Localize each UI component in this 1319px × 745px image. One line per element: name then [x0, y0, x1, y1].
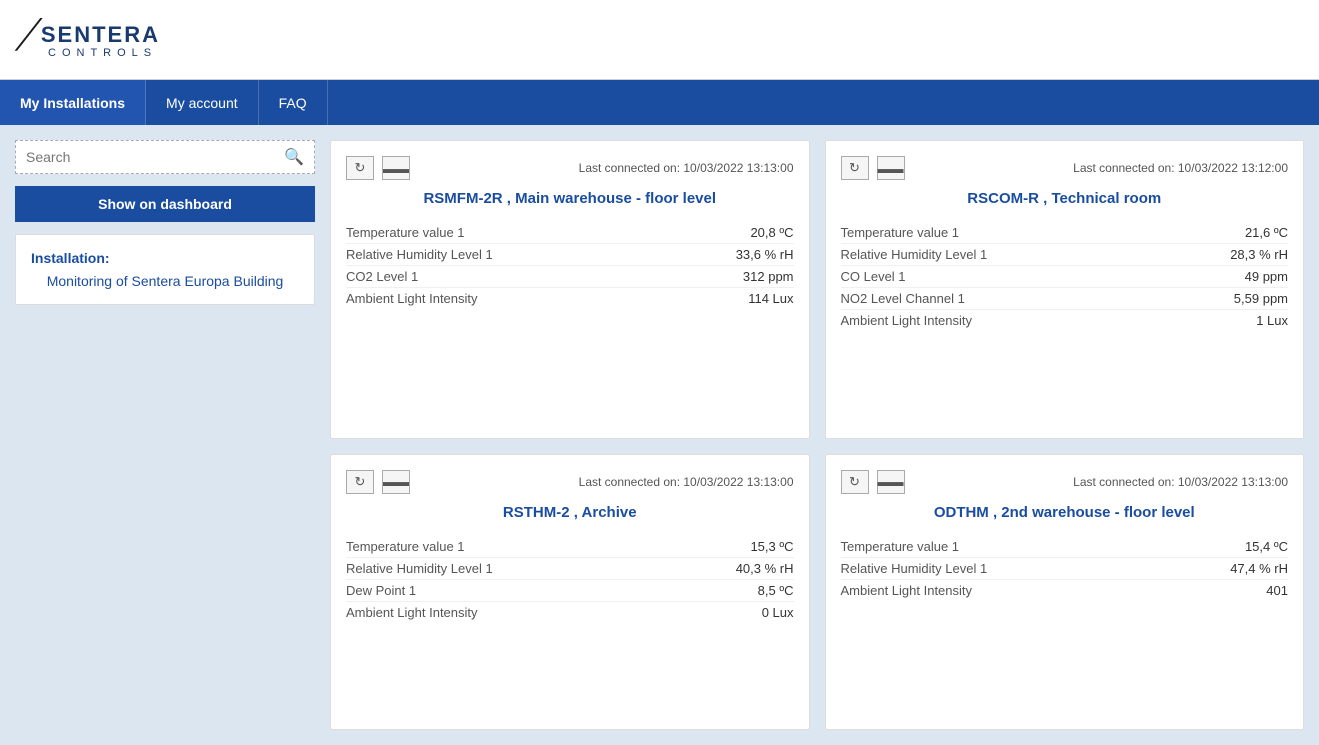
- card-1-row-4-value: 114 Lux: [714, 291, 794, 306]
- card-3-row-2-label: Relative Humidity Level 1: [346, 561, 493, 576]
- installation-label: Installation: Monitoring of Sentera Euro…: [31, 250, 299, 289]
- card-1-row-2-label: Relative Humidity Level 1: [346, 247, 493, 262]
- card-3-chart-button[interactable]: ▬▬: [382, 470, 410, 494]
- card-3-row-3: Dew Point 1 8,5 ºC: [346, 580, 794, 602]
- nav-my-installations[interactable]: My Installations: [0, 80, 146, 125]
- card-2-row-2-label: Relative Humidity Level 1: [841, 247, 988, 262]
- sensor-card-1: ↻ ▬▬ Last connected on: 10/03/2022 13:13:0…: [330, 140, 810, 439]
- card-2-row-1-label: Temperature value 1: [841, 225, 960, 240]
- card-2-row-4-value: 5,59 ppm: [1208, 291, 1288, 306]
- card-1-row-3: CO2 Level 1 312 ppm: [346, 266, 794, 288]
- card-4-chart-button[interactable]: ▬▬: [877, 470, 905, 494]
- card-2-row-5-value: 1 Lux: [1208, 313, 1288, 328]
- card-4-timestamp: Last connected on: 10/03/2022 13:13:00: [1073, 475, 1288, 489]
- card-1-title: RSMFM-2R , Main warehouse - floor level: [346, 190, 794, 207]
- card-3-title: RSTHM-2 , Archive: [346, 504, 794, 521]
- nav-my-account[interactable]: My account: [146, 80, 259, 125]
- card-3-row-4-label: Ambient Light Intensity: [346, 605, 478, 620]
- card-2-row-3: CO Level 1 49 ppm: [841, 266, 1289, 288]
- card-4-row-3: Ambient Light Intensity 401: [841, 580, 1289, 601]
- search-box: 🔍: [15, 140, 315, 174]
- card-4-row-3-value: 401: [1208, 583, 1288, 598]
- card-3-row-2: Relative Humidity Level 1 40,3 % rH: [346, 558, 794, 580]
- card-1-row-2: Relative Humidity Level 1 33,6 % rH: [346, 244, 794, 266]
- card-3-icons: ↻ ▬▬: [346, 470, 410, 494]
- card-4-row-1-value: 15,4 ºC: [1208, 539, 1288, 554]
- card-1-row-4: Ambient Light Intensity 114 Lux: [346, 288, 794, 309]
- header: ╱ SENTERA CONTROLS: [0, 0, 1319, 80]
- card-3-timestamp: Last connected on: 10/03/2022 13:13:00: [579, 475, 794, 489]
- card-1-row-3-value: 312 ppm: [714, 269, 794, 284]
- card-4-title: ODTHM , 2nd warehouse - floor level: [841, 504, 1289, 521]
- card-2-row-2: Relative Humidity Level 1 28,3 % rH: [841, 244, 1289, 266]
- nav-faq[interactable]: FAQ: [259, 80, 328, 125]
- logo-slash: ╱: [16, 21, 40, 49]
- card-3-row-4: Ambient Light Intensity 0 Lux: [346, 602, 794, 623]
- card-4-icons: ↻ ▬▬: [841, 470, 905, 494]
- sensor-card-3: ↻ ▬▬ Last connected on: 10/03/2022 13:13:0…: [330, 454, 810, 731]
- card-2-row-4-label: NO2 Level Channel 1: [841, 291, 965, 306]
- logo: ╱ SENTERA CONTROLS: [20, 21, 160, 59]
- card-4-row-2-value: 47,4 % rH: [1208, 561, 1288, 576]
- card-2-timestamp: Last connected on: 10/03/2022 13:12:00: [1073, 161, 1288, 175]
- logo-sentera: SENTERA: [41, 22, 160, 48]
- card-3-row-4-value: 0 Lux: [714, 605, 794, 620]
- card-3-row-1: Temperature value 1 15,3 ºC: [346, 536, 794, 558]
- card-2-row-4: NO2 Level Channel 1 5,59 ppm: [841, 288, 1289, 310]
- card-4-row-1: Temperature value 1 15,4 ºC: [841, 536, 1289, 558]
- card-2-row-2-value: 28,3 % rH: [1208, 247, 1288, 262]
- card-4-row-1-label: Temperature value 1: [841, 539, 960, 554]
- card-1-row-1: Temperature value 1 20,8 ºC: [346, 222, 794, 244]
- main-nav: My Installations My account FAQ: [0, 80, 1319, 125]
- card-3-refresh-button[interactable]: ↻: [346, 470, 374, 494]
- card-4-header: ↻ ▬▬ Last connected on: 10/03/2022 13:13:0…: [841, 470, 1289, 494]
- card-2-row-5: Ambient Light Intensity 1 Lux: [841, 310, 1289, 331]
- card-3-row-1-value: 15,3 ºC: [714, 539, 794, 554]
- cards-grid: ↻ ▬▬ Last connected on: 10/03/2022 13:13:0…: [330, 140, 1304, 730]
- card-4-row-3-label: Ambient Light Intensity: [841, 583, 973, 598]
- card-1-row-1-label: Temperature value 1: [346, 225, 465, 240]
- card-2-title: RSCOM-R , Technical room: [841, 190, 1289, 207]
- card-2-row-1-value: 21,6 ºC: [1208, 225, 1288, 240]
- card-1-row-1-value: 20,8 ºC: [714, 225, 794, 240]
- card-2-icons: ↻ ▬▬: [841, 156, 905, 180]
- show-on-dashboard-button[interactable]: Show on dashboard: [15, 186, 315, 222]
- card-2-row-1: Temperature value 1 21,6 ºC: [841, 222, 1289, 244]
- card-2-row-5-label: Ambient Light Intensity: [841, 313, 973, 328]
- installation-prefix: Installation:: [31, 250, 110, 266]
- card-1-row-2-value: 33,6 % rH: [714, 247, 794, 262]
- sidebar: 🔍 Show on dashboard Installation: Monito…: [15, 140, 315, 730]
- card-1-header: ↻ ▬▬ Last connected on: 10/03/2022 13:13:0…: [346, 156, 794, 180]
- card-2-row-3-label: CO Level 1: [841, 269, 906, 284]
- card-1-refresh-button[interactable]: ↻: [346, 156, 374, 180]
- card-1-timestamp: Last connected on: 10/03/2022 13:13:00: [579, 161, 794, 175]
- logo-controls: CONTROLS: [48, 47, 157, 59]
- card-4-row-2-label: Relative Humidity Level 1: [841, 561, 988, 576]
- card-4-row-2: Relative Humidity Level 1 47,4 % rH: [841, 558, 1289, 580]
- card-1-chart-button[interactable]: ▬▬: [382, 156, 410, 180]
- card-3-row-3-value: 8,5 ºC: [714, 583, 794, 598]
- card-1-row-3-label: CO2 Level 1: [346, 269, 418, 284]
- sensor-card-2: ↻ ▬▬ Last connected on: 10/03/2022 13:12:0…: [825, 140, 1305, 439]
- search-input[interactable]: [26, 149, 278, 165]
- content-area: 🔍 Show on dashboard Installation: Monito…: [0, 125, 1319, 745]
- card-2-chart-button[interactable]: ▬▬: [877, 156, 905, 180]
- card-3-header: ↻ ▬▬ Last connected on: 10/03/2022 13:13:0…: [346, 470, 794, 494]
- card-2-header: ↻ ▬▬ Last connected on: 10/03/2022 13:12:0…: [841, 156, 1289, 180]
- card-3-row-2-value: 40,3 % rH: [714, 561, 794, 576]
- card-2-row-3-value: 49 ppm: [1208, 269, 1288, 284]
- card-1-row-4-label: Ambient Light Intensity: [346, 291, 478, 306]
- installation-card: Installation: Monitoring of Sentera Euro…: [15, 234, 315, 305]
- installation-name: Monitoring of Sentera Europa Building: [31, 273, 299, 289]
- card-3-row-3-label: Dew Point 1: [346, 583, 416, 598]
- card-3-row-1-label: Temperature value 1: [346, 539, 465, 554]
- card-2-refresh-button[interactable]: ↻: [841, 156, 869, 180]
- search-button[interactable]: 🔍: [284, 147, 304, 167]
- sensor-card-4: ↻ ▬▬ Last connected on: 10/03/2022 13:13:0…: [825, 454, 1305, 731]
- card-4-refresh-button[interactable]: ↻: [841, 470, 869, 494]
- card-1-icons: ↻ ▬▬: [346, 156, 410, 180]
